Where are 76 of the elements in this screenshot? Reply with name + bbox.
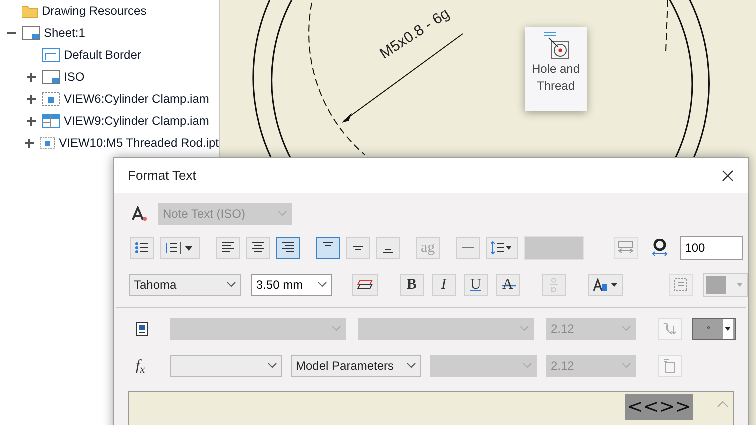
line-spacing-icon bbox=[491, 241, 514, 255]
tree-item[interactable]: Drawing Resources bbox=[42, 2, 147, 20]
dropdown[interactable]: Model Parameters bbox=[291, 354, 421, 377]
chevron-down-icon bbox=[318, 282, 328, 288]
width-factor-icon bbox=[652, 239, 668, 257]
insert-variable-icon bbox=[662, 322, 678, 336]
symbol-dropdown[interactable]: ◦ bbox=[692, 318, 736, 340]
stretch-icon bbox=[618, 241, 634, 255]
expand-icon[interactable] bbox=[26, 72, 36, 82]
tree-item[interactable]: Sheet:1 bbox=[44, 24, 86, 42]
stack-button[interactable] bbox=[352, 274, 378, 296]
align-bottom-icon bbox=[383, 249, 393, 254]
tree-item[interactable]: ISO bbox=[64, 68, 85, 86]
tree-item[interactable]: VIEW10:M5 Threaded Rod.ipt bbox=[59, 134, 219, 152]
align-right-icon bbox=[282, 242, 294, 254]
function-label: f$_{x}$ bbox=[136, 356, 146, 378]
text-style-icon bbox=[132, 206, 148, 222]
valign-top-button[interactable] bbox=[316, 237, 340, 259]
chevron-down-icon bbox=[622, 362, 631, 369]
align-center-button[interactable] bbox=[246, 237, 270, 259]
width-factor-field[interactable]: 100 bbox=[680, 236, 744, 260]
tree-item[interactable]: VIEW9:Cylinder Clamp.iam bbox=[64, 112, 210, 130]
caret-icon bbox=[725, 326, 731, 331]
rule-button[interactable] bbox=[456, 237, 480, 259]
valign-bottom-button[interactable] bbox=[376, 237, 400, 259]
sheet-icon bbox=[42, 70, 60, 84]
expand-icon[interactable] bbox=[26, 94, 36, 104]
size-dropdown[interactable]: 3.50 mm bbox=[251, 274, 332, 296]
numbering-button[interactable] bbox=[160, 237, 200, 259]
expand-icon[interactable] bbox=[26, 116, 36, 126]
align-right-button[interactable] bbox=[276, 237, 300, 259]
tree-item[interactable]: Default Border bbox=[64, 46, 142, 64]
dialog-title: Format Text bbox=[128, 166, 196, 185]
align-top-icon bbox=[323, 242, 333, 247]
format-button[interactable]: I bbox=[432, 274, 456, 296]
valign-middle-button[interactable] bbox=[346, 237, 370, 259]
close-icon[interactable] bbox=[722, 170, 734, 182]
text-content: <<>> bbox=[625, 394, 693, 420]
text-area[interactable]: <<>> bbox=[128, 391, 734, 425]
numbered-list-icon bbox=[165, 241, 195, 255]
sheet-icon bbox=[22, 26, 40, 40]
align-left-icon bbox=[222, 242, 234, 254]
line-spacing-button[interactable] bbox=[486, 237, 518, 259]
format-button[interactable]: B bbox=[400, 274, 424, 296]
caret-icon bbox=[736, 283, 743, 287]
align-middle-icon bbox=[353, 246, 363, 250]
tooltip-label: Hole and Thread bbox=[530, 61, 582, 95]
case-button[interactable] bbox=[588, 274, 624, 296]
font-dropdown[interactable]: Tahoma bbox=[129, 274, 242, 296]
chevron-down-icon bbox=[520, 326, 529, 332]
bullet-list-icon bbox=[135, 241, 149, 255]
parameter-source-icon bbox=[136, 322, 148, 336]
align-center-icon bbox=[252, 242, 264, 254]
chevron-down-icon bbox=[523, 362, 532, 369]
fraction-icon bbox=[548, 277, 559, 293]
chevron-down-icon bbox=[332, 326, 341, 332]
clipboard-icon bbox=[663, 358, 677, 374]
folder-icon bbox=[22, 4, 38, 18]
chevron-down-icon bbox=[407, 362, 416, 369]
chevron-down-icon bbox=[622, 326, 631, 332]
view-icon bbox=[40, 136, 56, 150]
chevron-down-icon bbox=[268, 362, 277, 369]
bullets-button[interactable] bbox=[130, 237, 154, 259]
border-icon bbox=[42, 48, 60, 62]
chevron-down-icon bbox=[278, 211, 287, 217]
view-icon bbox=[42, 92, 60, 106]
stack-icon bbox=[357, 279, 374, 291]
hole-thread-icon bbox=[541, 31, 571, 61]
frame-icon bbox=[674, 278, 688, 292]
chevron-down-icon bbox=[227, 282, 236, 288]
section-view-icon bbox=[42, 114, 60, 128]
change-case-icon bbox=[592, 278, 618, 292]
tree-item[interactable]: VIEW6:Cylinder Clamp.iam bbox=[64, 90, 210, 108]
align-left-button[interactable] bbox=[216, 237, 240, 259]
format-button[interactable]: U bbox=[464, 274, 488, 296]
expand-icon[interactable] bbox=[25, 138, 34, 148]
